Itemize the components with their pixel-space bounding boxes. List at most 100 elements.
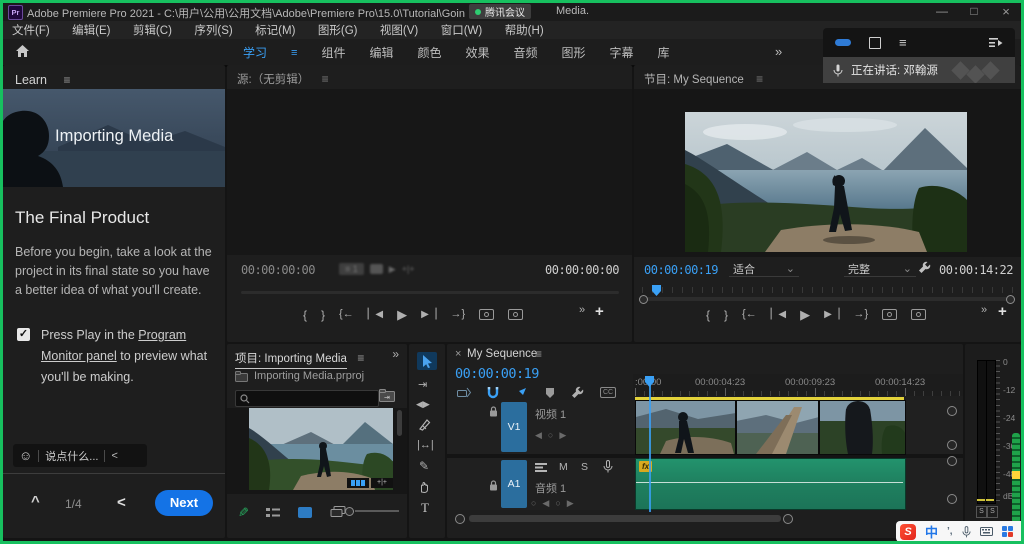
minimize-button[interactable]: — xyxy=(928,5,956,17)
program-play-button[interactable]: ▶ xyxy=(800,308,810,321)
source-settings-chip[interactable] xyxy=(370,264,383,274)
source-scrub-bar[interactable] xyxy=(241,291,619,294)
a1-lock-icon[interactable] xyxy=(489,480,498,491)
meeting-video-square-icon[interactable] xyxy=(869,37,881,49)
sogou-logo[interactable]: S xyxy=(900,524,916,540)
tab-assembly[interactable]: 组件 xyxy=(321,44,345,61)
program-current-timecode[interactable]: 00:00:00:19 xyxy=(644,263,718,277)
mark-in-button[interactable]: { xyxy=(303,309,307,321)
fit-dropdown[interactable]: 适合 ⌄ xyxy=(729,261,799,277)
project-panel-overflow-icon[interactable]: » xyxy=(392,348,399,360)
ime-toolbox-grid-icon[interactable] xyxy=(1002,526,1013,537)
a1-voiceover-mic-icon[interactable] xyxy=(603,460,613,473)
add-marker-icon[interactable] xyxy=(545,387,555,399)
tab-libraries[interactable]: 库 xyxy=(658,44,670,61)
a1-keyframe-nav[interactable]: ○◀○▶ xyxy=(531,498,580,509)
step-forward-button[interactable]: ▶▕ xyxy=(421,310,436,320)
collapse-up-chevron[interactable]: ^ xyxy=(31,493,40,510)
timeline-current-timecode[interactable]: 00:00:00:19 xyxy=(455,366,539,382)
timeline-tab[interactable]: My Sequence xyxy=(467,348,537,360)
workspace-overflow-icon[interactable]: » xyxy=(775,44,782,59)
program-mark-out-button[interactable]: } xyxy=(724,309,728,321)
program-step-forward-button[interactable]: ▶▕ xyxy=(824,310,839,320)
menu-marker[interactable]: 标记(M) xyxy=(246,22,304,40)
go-to-in-button[interactable]: {← xyxy=(339,309,354,320)
mark-out-button[interactable]: } xyxy=(321,309,325,321)
tab-audio[interactable]: 音频 xyxy=(514,44,538,61)
razor-tool[interactable] xyxy=(418,418,431,431)
source-monitor-tab[interactable]: 源:（无剪辑） xyxy=(237,74,309,86)
export-frame-button[interactable] xyxy=(479,309,494,320)
program-monitor-tab[interactable]: 节目: My Sequence xyxy=(644,74,744,86)
track-resize-handle-4[interactable] xyxy=(947,494,957,504)
v1-keyframe-nav[interactable]: ◀○▶ xyxy=(535,430,572,441)
lesson-checkbox[interactable]: ✓ xyxy=(17,328,30,341)
captions-cc-icon[interactable]: CC xyxy=(600,387,616,398)
next-button[interactable]: Next xyxy=(155,490,213,516)
menu-file[interactable]: 文件(F) xyxy=(3,22,59,40)
tab-editing[interactable]: 编辑 xyxy=(369,44,393,61)
a1-track-target[interactable]: A1 xyxy=(501,460,527,508)
linked-selection-icon[interactable] xyxy=(515,387,529,399)
timeline-hscroll-bar[interactable] xyxy=(469,515,781,522)
lift-button[interactable] xyxy=(882,309,897,320)
pen-tool[interactable]: ✎ xyxy=(419,460,429,472)
learn-panel-menu-icon[interactable]: ≡ xyxy=(63,73,70,87)
list-view-icon[interactable] xyxy=(266,507,280,518)
freeform-view-icon[interactable] xyxy=(330,506,346,518)
a1-mute-button[interactable]: M xyxy=(559,461,568,473)
type-tool[interactable]: T xyxy=(421,500,429,516)
track-resize-handle-3[interactable] xyxy=(947,456,957,466)
meeting-chat-pill[interactable]: ☺ 说点什么... < xyxy=(13,444,147,467)
project-search-input[interactable] xyxy=(235,390,379,407)
ime-keyboard-icon[interactable] xyxy=(980,527,993,536)
previous-step-chevron[interactable]: < xyxy=(117,494,126,511)
a1-track-meter-icon[interactable] xyxy=(535,462,547,472)
program-scroll-right-knob[interactable] xyxy=(1006,295,1015,304)
menu-help[interactable]: 帮助(H) xyxy=(496,22,553,40)
selection-tool[interactable] xyxy=(417,352,437,370)
chat-collapse-icon[interactable]: < xyxy=(111,450,117,462)
project-scrollbar[interactable] xyxy=(397,410,402,436)
v1-track-target[interactable]: V1 xyxy=(501,402,527,452)
close-button[interactable]: × xyxy=(992,4,1020,19)
nest-sequence-icon[interactable] xyxy=(457,387,471,399)
slip-tool[interactable]: |↔| xyxy=(417,440,434,451)
source-panel-menu-icon[interactable]: ≡ xyxy=(322,72,329,86)
source-mini-play-icon[interactable]: ▶ xyxy=(389,264,396,275)
timeline-tab-close-icon[interactable]: × xyxy=(455,348,461,360)
v1-track-label[interactable]: 视频 1 xyxy=(535,406,566,422)
meeting-audio-pill-icon[interactable] xyxy=(835,39,851,46)
meeting-expand-icon[interactable] xyxy=(989,37,1003,48)
source-add-button-icon[interactable]: + xyxy=(595,303,604,320)
writable-pen-icon[interactable]: ✎ xyxy=(234,507,250,518)
project-clip-thumbnail[interactable]: +|+ xyxy=(249,408,393,490)
meeting-title-badge[interactable]: 腾讯会议 xyxy=(469,4,531,19)
program-add-button-icon[interactable]: + xyxy=(998,303,1007,320)
ime-mode-chinese[interactable]: 中 xyxy=(925,522,938,541)
thumbnail-zoom-slider[interactable] xyxy=(355,510,399,512)
track-resize-handle-2[interactable] xyxy=(947,440,957,450)
project-file-name[interactable]: Importing Media.prproj xyxy=(254,370,364,382)
quality-dropdown[interactable]: 完整 ⌄ xyxy=(844,261,916,277)
home-icon[interactable] xyxy=(15,44,30,59)
timeline-panel-menu-icon[interactable]: ≡ xyxy=(535,348,542,360)
v1-clip[interactable] xyxy=(635,400,906,455)
timeline-hscroll-right-knob[interactable] xyxy=(783,514,793,524)
settings-wrench-icon[interactable] xyxy=(918,261,931,274)
program-go-to-out-button[interactable]: →} xyxy=(854,309,869,320)
meeting-member-list-icon[interactable]: ≡ xyxy=(899,35,907,50)
learning-tab-menu-icon[interactable]: ≡ xyxy=(291,47,297,59)
tab-captions[interactable]: 字幕 xyxy=(610,44,634,61)
tab-color[interactable]: 颜色 xyxy=(417,44,441,61)
chat-input-placeholder[interactable]: 说点什么... xyxy=(45,448,98,464)
menu-graphics[interactable]: 图形(G) xyxy=(309,22,367,40)
menu-edit[interactable]: 编辑(E) xyxy=(63,22,119,40)
play-button[interactable]: ▶ xyxy=(397,308,407,321)
tab-effects[interactable]: 效果 xyxy=(465,44,489,61)
program-playhead-marker[interactable] xyxy=(652,285,661,296)
thumbnail-zoom-knob[interactable] xyxy=(345,507,354,516)
hand-tool[interactable] xyxy=(418,480,431,493)
volume-rubber-band[interactable] xyxy=(636,482,903,483)
extract-button[interactable] xyxy=(911,309,926,320)
